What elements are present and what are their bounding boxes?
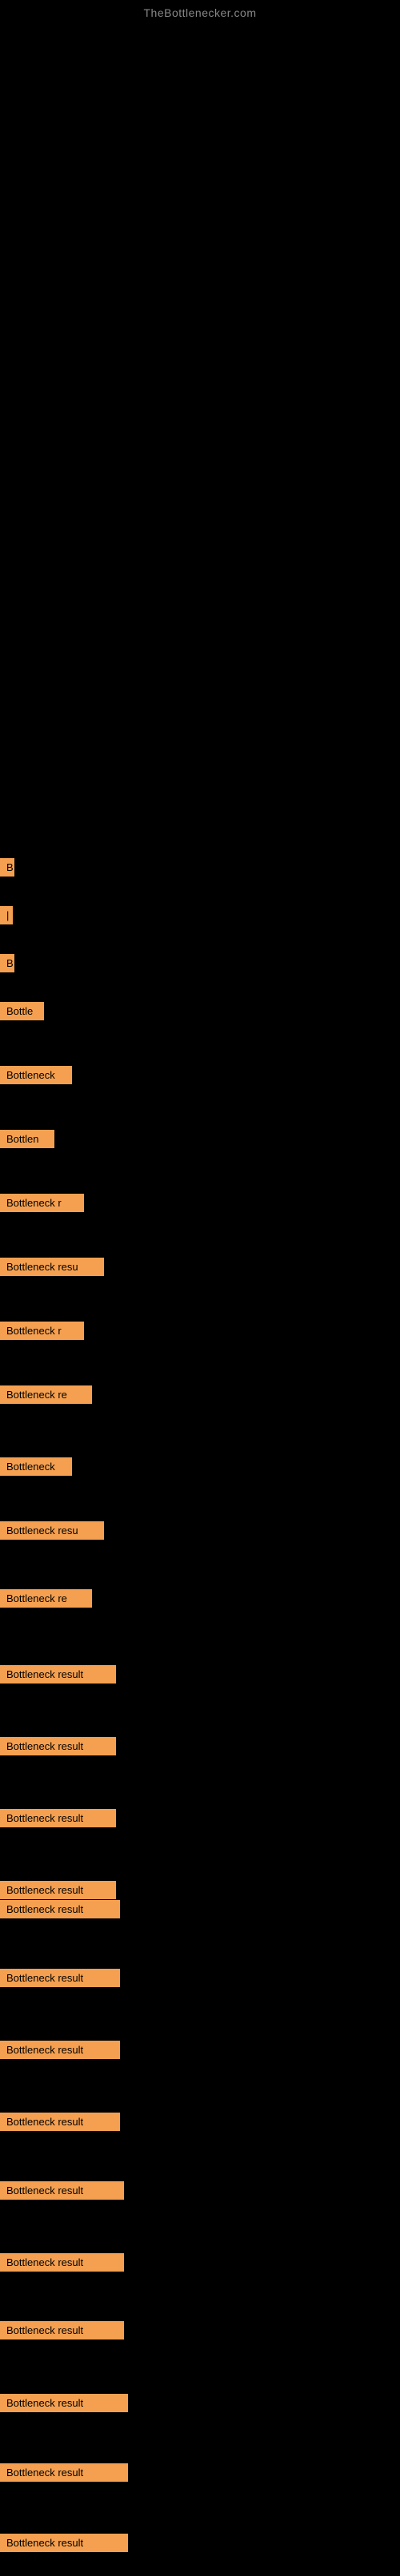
bottleneck-result-label: B [0,858,14,877]
bottleneck-result-label: Bottleneck result [0,2181,124,2200]
bottleneck-result-label: Bottleneck r [0,1322,84,1340]
bottleneck-result-label: Bottleneck [0,1066,72,1084]
bottleneck-result-label: Bottlen [0,1130,54,1148]
bottleneck-result-label: Bottleneck result [0,2253,124,2272]
bottleneck-result-label: Bottleneck result [0,2321,124,2339]
bottleneck-result-label: Bottleneck result [0,2534,128,2552]
bottleneck-result-label: | [0,906,13,924]
bottleneck-result-label: Bottleneck result [0,2463,128,2482]
bottleneck-result-label: Bottleneck result [0,1809,116,1827]
bottleneck-result-label: Bottleneck result [0,1665,116,1684]
bottleneck-result-label: Bottleneck [0,1457,72,1476]
bottleneck-result-label: Bottleneck result [0,1900,120,1918]
bottleneck-result-label: Bottleneck resu [0,1521,104,1540]
site-title: TheBottlenecker.com [0,0,400,19]
bottleneck-result-label: Bottleneck result [0,2041,120,2059]
bottleneck-result-label: Bottleneck r [0,1194,84,1212]
bottleneck-result-label: Bottle [0,1002,44,1020]
bottleneck-result-label: Bottleneck result [0,2113,120,2131]
bottleneck-result-label: Bottleneck result [0,1969,120,1987]
bottleneck-result-label: Bottleneck result [0,1881,116,1899]
bottleneck-result-label: Bottleneck resu [0,1258,104,1276]
bottleneck-result-label: Bottleneck result [0,1737,116,1755]
bottleneck-result-label: Bottleneck result [0,2394,128,2412]
bottleneck-result-label: Bottleneck re [0,1589,92,1608]
bottleneck-result-label: B [0,954,14,972]
bottleneck-result-label: Bottleneck re [0,1385,92,1404]
